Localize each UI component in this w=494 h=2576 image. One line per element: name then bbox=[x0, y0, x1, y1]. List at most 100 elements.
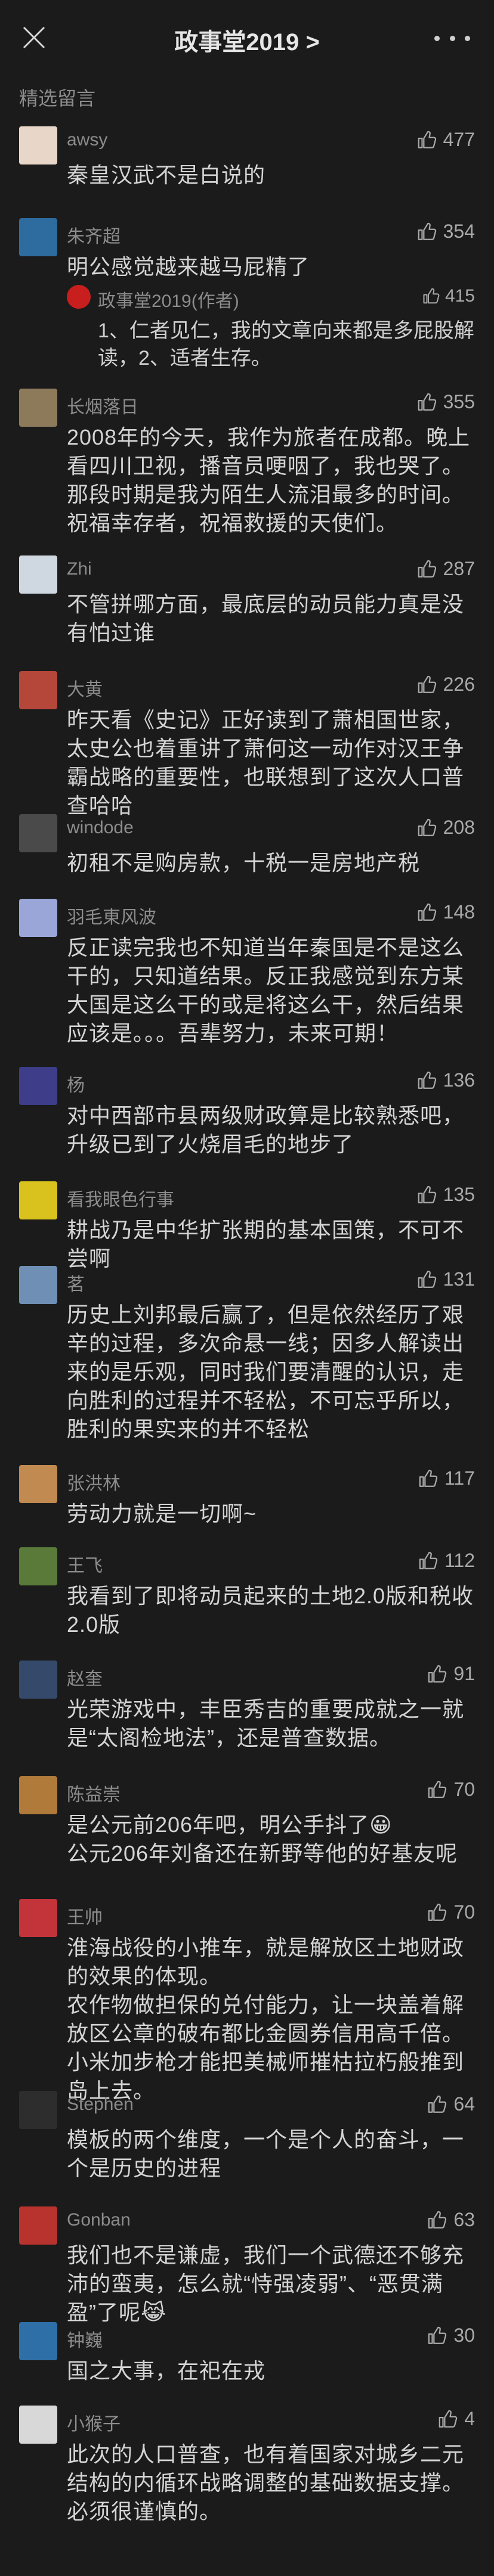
like-button[interactable]: 477 bbox=[417, 129, 475, 151]
like-count: 208 bbox=[443, 817, 475, 838]
more-button[interactable] bbox=[434, 27, 470, 49]
avatar[interactable] bbox=[19, 126, 57, 165]
thumb-up-icon bbox=[418, 818, 436, 836]
like-count: 287 bbox=[443, 558, 475, 579]
avatar[interactable] bbox=[19, 1181, 57, 1219]
thumb-up-icon bbox=[428, 1780, 447, 1798]
comment-text: 历史上刘邦最后赢了，但是依然经历了艰辛的过程，多次命悬一线；因多人解读出来的是乐… bbox=[67, 1302, 465, 1441]
avatar[interactable] bbox=[19, 1776, 57, 1814]
commenter-name: 长烟落日 bbox=[67, 398, 138, 417]
like-button[interactable]: 70 bbox=[427, 1779, 475, 1801]
thumb-up-icon bbox=[423, 288, 440, 304]
thumb-up-icon bbox=[418, 1185, 436, 1203]
like-count: 70 bbox=[453, 1901, 475, 1923]
avatar[interactable] bbox=[19, 389, 57, 427]
commenter-name: 看我眼色行事 bbox=[67, 1190, 174, 1210]
reply-text: 1、仁者见仁，我的文章向来都是多屁股解读，2、适者生存。 bbox=[98, 319, 474, 370]
avatar[interactable] bbox=[19, 2091, 57, 2129]
like-button[interactable]: 136 bbox=[417, 1069, 475, 1091]
thumb-up-icon bbox=[418, 903, 436, 921]
more-dots-icon bbox=[434, 35, 440, 41]
like-button[interactable]: 287 bbox=[417, 558, 475, 580]
thumb-up-icon bbox=[428, 2326, 447, 2344]
commenter-name: 茗 bbox=[67, 1275, 85, 1295]
comment-text: 对中西部市县两级财政算是比较熟悉吧，升级已到了火烧眉毛的地步了 bbox=[67, 1103, 465, 1156]
like-count: 64 bbox=[453, 2093, 475, 2115]
like-count: 70 bbox=[453, 1779, 475, 1800]
like-count: 117 bbox=[444, 1467, 475, 1489]
comment-text: 初租不是购房款，十税一是房地产税 bbox=[67, 851, 421, 875]
like-button[interactable]: 135 bbox=[417, 1184, 475, 1206]
comment-text: 光荣游戏中，丰臣秀吉的重要成就之一就是“太阁检地法”，还是普查数据。 bbox=[67, 1697, 465, 1750]
commenter-name: windode bbox=[67, 818, 134, 837]
like-button[interactable]: 63 bbox=[427, 2209, 475, 2231]
commenter-name: 大黄 bbox=[67, 680, 103, 700]
avatar[interactable] bbox=[19, 555, 57, 594]
like-button[interactable]: 117 bbox=[418, 1467, 475, 1489]
author-avatar[interactable] bbox=[67, 285, 91, 309]
like-button[interactable]: 354 bbox=[417, 221, 475, 243]
like-count: 355 bbox=[443, 391, 475, 412]
like-count: 131 bbox=[443, 1268, 475, 1290]
avatar[interactable] bbox=[19, 671, 57, 709]
commenter-name: Zhi bbox=[67, 559, 92, 579]
avatar[interactable] bbox=[19, 1465, 57, 1503]
comment-text: 我看到了即将动员起来的土地2.0版和税收2.0版 bbox=[67, 1584, 474, 1637]
avatar[interactable] bbox=[19, 1899, 57, 1937]
like-button[interactable]: 112 bbox=[418, 1550, 475, 1572]
avatar[interactable] bbox=[19, 2322, 57, 2360]
avatar[interactable] bbox=[19, 2206, 57, 2245]
like-button[interactable]: 226 bbox=[417, 674, 475, 696]
commenter-name: 王飞 bbox=[67, 1556, 103, 1576]
avatar[interactable] bbox=[19, 1067, 57, 1105]
comment-text: 反正读完我也不知道当年秦国是不是这么干的，只知道结果。反正我感觉到东方某大国是这… bbox=[67, 935, 465, 1045]
commenter-name: 张洪林 bbox=[67, 1474, 121, 1494]
comment-text: 淮海战役的小推车，就是解放区土地财政的效果的体现。 农作物做担保的兑付能力，让一… bbox=[67, 1935, 465, 2103]
like-count: 63 bbox=[453, 2209, 475, 2230]
comment-text: 我们也不是谦虚，我们一个武德还不够充沛的蛮夷，怎么就“恃强凌弱”、“恶贯满盈”了… bbox=[67, 2243, 465, 2324]
commenter-name: 陈益崇 bbox=[67, 1785, 121, 1805]
like-count: 112 bbox=[444, 1550, 475, 1571]
reply-like-button[interactable]: 415 bbox=[422, 286, 475, 306]
avatar[interactable] bbox=[19, 1547, 57, 1585]
comment-text: 2008年的今天，我作为旅者在成都。晚上看四川卫视，播音员哽咽了，我也哭了。那段… bbox=[67, 425, 471, 535]
comment-text: 国之大事，在祀在戎 bbox=[67, 2358, 266, 2383]
thumb-up-icon bbox=[419, 1551, 438, 1569]
like-button[interactable]: 131 bbox=[417, 1268, 475, 1290]
page-title[interactable]: 政事堂2019 > bbox=[0, 23, 494, 57]
commenter-name: 赵奎 bbox=[67, 1669, 103, 1689]
comment-text: 明公感觉越来越马屁精了 bbox=[67, 255, 310, 279]
thumb-up-icon bbox=[418, 1270, 436, 1288]
avatar[interactable] bbox=[19, 1661, 57, 1699]
like-button[interactable]: 4 bbox=[438, 2408, 475, 2430]
like-button[interactable]: 30 bbox=[427, 2324, 475, 2347]
avatar[interactable] bbox=[19, 1266, 57, 1304]
like-count: 136 bbox=[443, 1069, 475, 1091]
thumb-up-icon bbox=[418, 393, 436, 411]
thumb-up-icon bbox=[428, 2211, 447, 2229]
avatar[interactable] bbox=[19, 2406, 57, 2444]
commenter-name: 杨 bbox=[67, 1076, 85, 1095]
top-bar: 政事堂2019 > bbox=[0, 0, 494, 75]
like-button[interactable]: 355 bbox=[417, 391, 475, 413]
comment-text: 昨天看《史记》正好读到了萧相国世家，太史公也着重讲了萧何这一动作对汉王争霸战略的… bbox=[67, 707, 465, 818]
like-count: 4 bbox=[464, 2408, 475, 2429]
like-button[interactable]: 64 bbox=[427, 2093, 475, 2115]
avatar[interactable] bbox=[19, 814, 57, 852]
comment-text: 耕战乃是中华扩张期的基本国策，不可不尝啊 bbox=[67, 1218, 465, 1271]
avatar[interactable] bbox=[19, 899, 57, 937]
avatar[interactable] bbox=[19, 218, 57, 256]
thumb-up-icon bbox=[439, 2410, 458, 2428]
like-button[interactable]: 70 bbox=[427, 1901, 475, 1923]
like-button[interactable]: 148 bbox=[417, 901, 475, 923]
comment-text: 劳动力就是一切啊~ bbox=[67, 1501, 257, 1526]
thumb-up-icon bbox=[418, 560, 436, 578]
like-count: 148 bbox=[443, 901, 475, 923]
like-count: 91 bbox=[453, 1663, 475, 1684]
thumb-up-icon bbox=[418, 1071, 436, 1089]
like-button[interactable]: 91 bbox=[427, 1663, 475, 1685]
thumb-up-icon bbox=[428, 1903, 447, 1921]
commenter-name: Stephen bbox=[67, 2094, 134, 2114]
like-button[interactable]: 208 bbox=[417, 817, 475, 839]
commenter-name: 朱齐超 bbox=[67, 227, 121, 247]
